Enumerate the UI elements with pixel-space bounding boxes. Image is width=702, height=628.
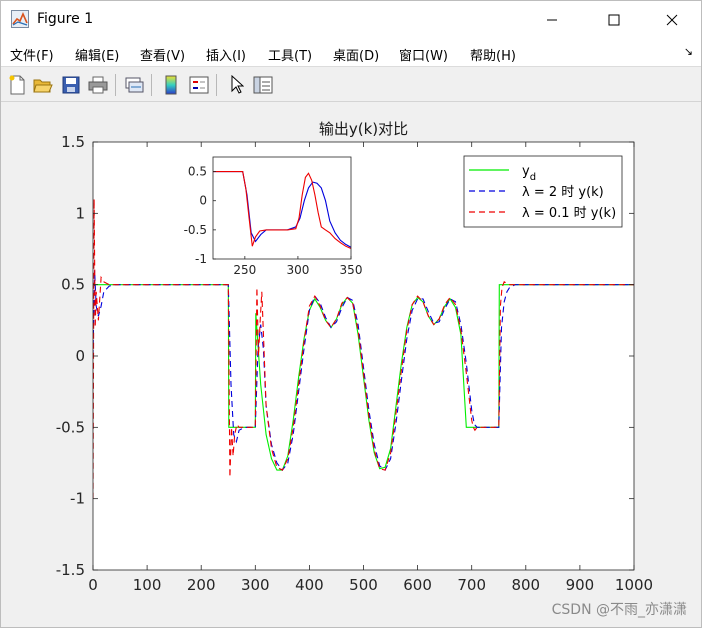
- toolbar-separator: [216, 74, 217, 96]
- inset-x-tick-label: 350: [340, 263, 363, 277]
- maximize-icon: [608, 14, 620, 26]
- y-tick-label: 0.5: [61, 276, 85, 294]
- y-tick-label: 0: [75, 347, 85, 365]
- y-tick-label: 1.5: [61, 133, 85, 151]
- colorbar-button[interactable]: [159, 73, 183, 97]
- close-icon: [666, 14, 678, 26]
- open-file-icon: [33, 79, 53, 93]
- legend-label-subscript: d: [530, 172, 536, 183]
- menu-insert[interactable]: 插入(I): [206, 45, 246, 64]
- menu-help[interactable]: 帮助(H): [470, 45, 516, 64]
- inset-plot-area: [213, 157, 351, 259]
- figure-window: Figure 1 文件(F) 编辑(E) 查看(V) 插入(I) 工具(T) 桌…: [0, 0, 702, 628]
- inset-x-tick-label: 300: [286, 263, 309, 277]
- y-tick-label: -1: [70, 490, 85, 508]
- x-tick-label: 200: [187, 576, 216, 594]
- new-figure-button[interactable]: [5, 73, 29, 97]
- print-icon: [88, 76, 108, 94]
- pointer-icon: [231, 75, 244, 94]
- figure-toolbar: [1, 68, 701, 102]
- legend-label-1: λ = 2 时 y(k): [522, 185, 604, 200]
- x-tick-label: 1000: [615, 576, 653, 594]
- new-figure-icon: [9, 75, 25, 95]
- watermark: CSDN @不雨_亦潇潇: [551, 602, 687, 618]
- toolbar-separator: [151, 74, 152, 96]
- legend-icon: [189, 76, 209, 94]
- x-tick-label: 300: [241, 576, 270, 594]
- property-editor-button[interactable]: [251, 73, 275, 97]
- property-editor-icon: [253, 76, 273, 94]
- save-icon: [62, 76, 80, 94]
- x-tick-label: 600: [403, 576, 432, 594]
- x-tick-label: 800: [511, 576, 540, 594]
- menu-file[interactable]: 文件(F): [10, 45, 54, 64]
- menu-window[interactable]: 窗口(W): [399, 45, 448, 64]
- x-tick-label: 100: [133, 576, 162, 594]
- x-tick-label: 0: [88, 576, 98, 594]
- x-tick-label: 500: [349, 576, 378, 594]
- inset-y-tick-label: -0.5: [184, 223, 207, 237]
- x-tick-label: 400: [295, 576, 324, 594]
- minimize-icon: [547, 19, 557, 21]
- menu-view[interactable]: 查看(V): [140, 45, 185, 64]
- maximize-button[interactable]: [591, 1, 637, 39]
- link-plot-icon: [125, 77, 144, 93]
- menu-desktop[interactable]: 桌面(D): [333, 45, 379, 64]
- colorbar-icon: [165, 75, 177, 95]
- x-tick-label: 700: [457, 576, 486, 594]
- menu-edit[interactable]: 编辑(E): [75, 45, 119, 64]
- minimize-button[interactable]: [529, 1, 575, 39]
- menu-bar: 文件(F) 编辑(E) 查看(V) 插入(I) 工具(T) 桌面(D) 窗口(W…: [1, 39, 701, 67]
- pointer-button[interactable]: [225, 73, 249, 97]
- legend-label-2: λ = 0.1 时 y(k): [522, 206, 616, 221]
- save-button[interactable]: [59, 73, 83, 97]
- window-title: Figure 1: [37, 11, 94, 27]
- title-bar[interactable]: Figure 1: [1, 1, 701, 39]
- inset-y-tick-label: 0.5: [188, 165, 207, 179]
- y-tick-label: 1: [75, 204, 85, 222]
- open-file-button[interactable]: [31, 73, 55, 97]
- close-button[interactable]: [649, 1, 695, 39]
- menu-tools[interactable]: 工具(T): [268, 45, 312, 64]
- x-tick-label: 900: [566, 576, 595, 594]
- toolbar-separator: [115, 74, 116, 96]
- inset-y-tick-label: -1: [195, 252, 207, 266]
- chart-title: 输出y(k)对比: [319, 120, 408, 138]
- legend-button[interactable]: [187, 73, 211, 97]
- y-tick-label: -1.5: [56, 561, 85, 579]
- matlab-logo-icon: [11, 10, 29, 28]
- figure-canvas: 输出y(k)对比 0 100 200 300 400 500 600 700 800 900 1000…: [1, 103, 701, 627]
- inset-y-tick-label: 0: [199, 194, 207, 208]
- line-chart[interactable]: 输出y(k)对比0 100 200 300 400 500 600 700 800 900 1000…: [1, 103, 701, 627]
- y-tick-label: -0.5: [56, 418, 85, 436]
- dock-arrow-icon[interactable]: ↘: [684, 45, 693, 58]
- link-plot-button[interactable]: [122, 73, 146, 97]
- inset-x-tick-label: 250: [233, 263, 256, 277]
- print-button[interactable]: [86, 73, 110, 97]
